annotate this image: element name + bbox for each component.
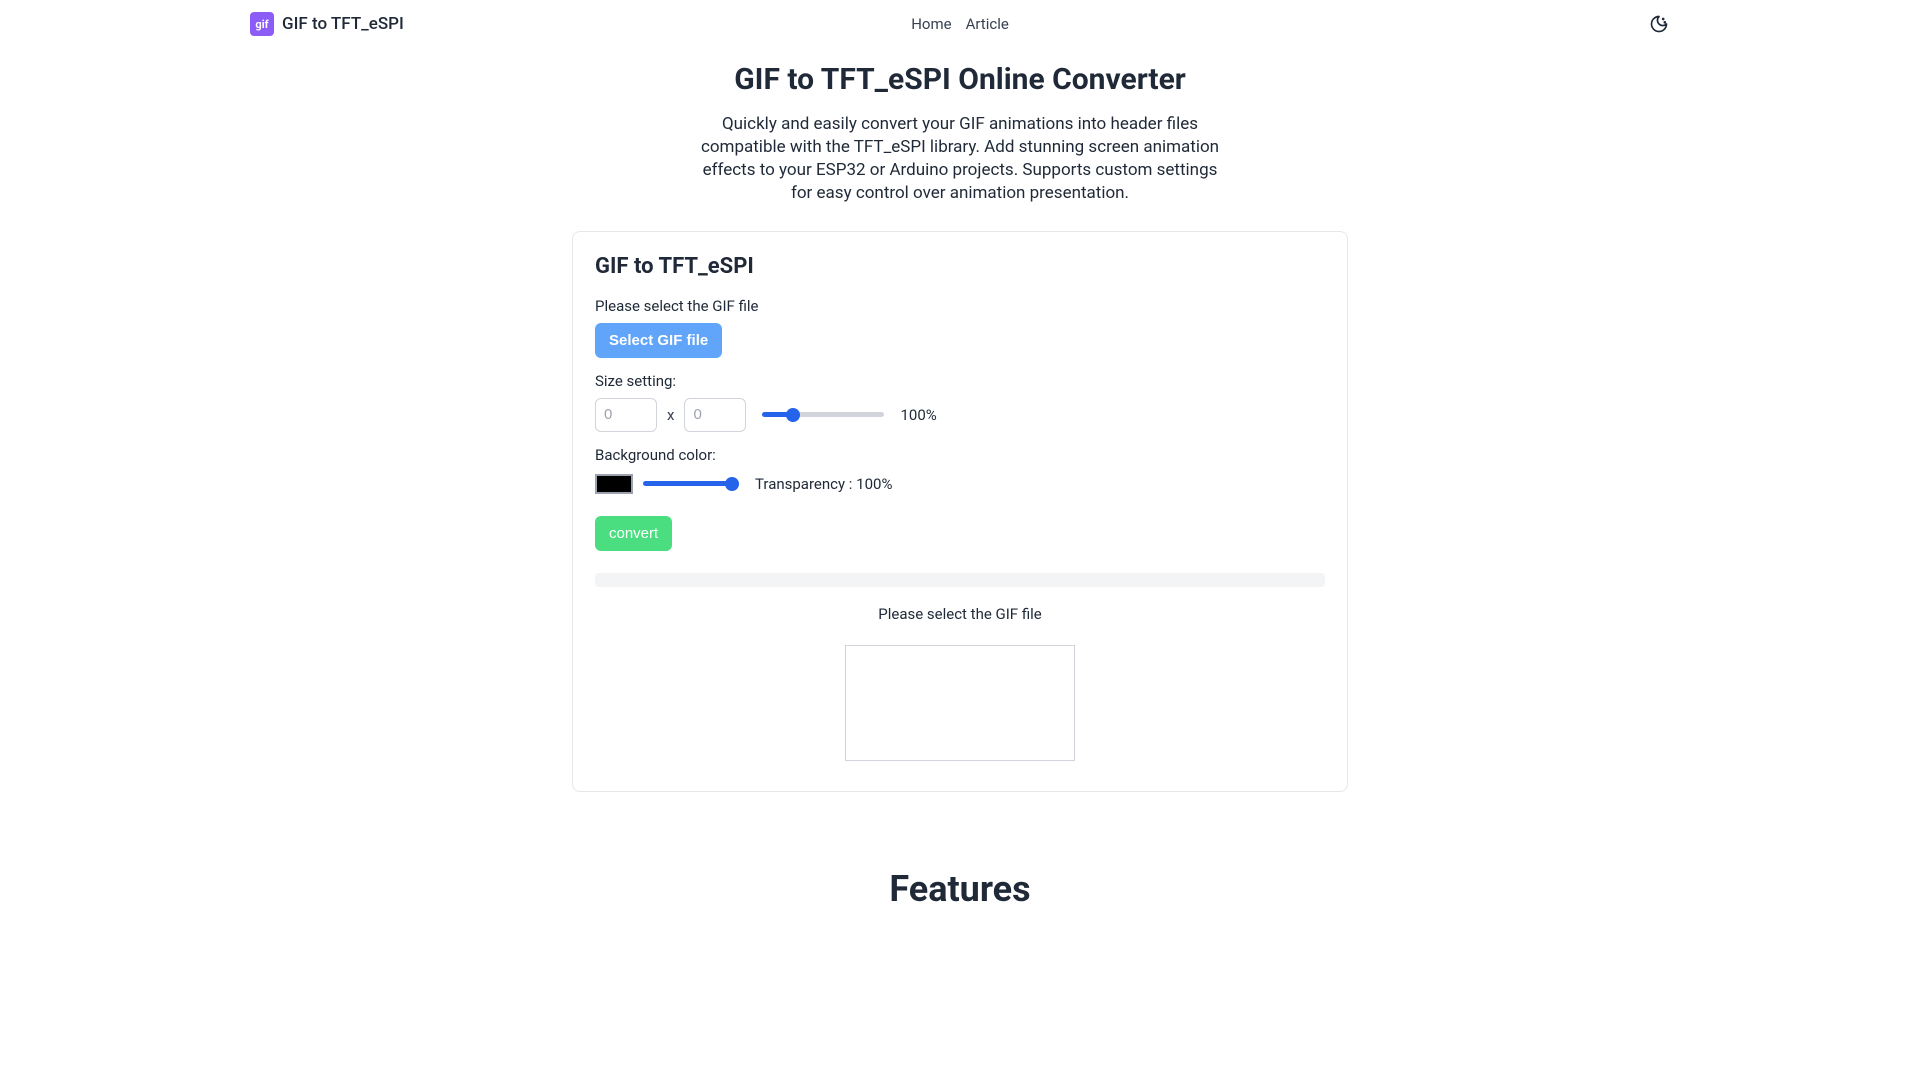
page-title: GIF to TFT_eSPI Online Converter: [0, 62, 1920, 97]
nav-home[interactable]: Home: [911, 15, 951, 33]
status-text: Please select the GIF file: [595, 605, 1325, 623]
dimension-separator: x: [667, 406, 674, 424]
preview-box: [845, 645, 1075, 761]
width-input[interactable]: [595, 398, 657, 432]
progress-bar: [595, 573, 1325, 587]
size-scale-slider[interactable]: [762, 412, 884, 417]
card-title: GIF to TFT_eSPI: [595, 254, 1325, 279]
features-heading: Features: [0, 868, 1920, 910]
moon-icon: [1649, 14, 1669, 34]
top-nav: Home Article: [911, 15, 1009, 33]
bg-color-picker[interactable]: [595, 474, 633, 494]
bg-color-label: Background color:: [595, 446, 1325, 464]
size-setting-label: Size setting:: [595, 372, 1325, 390]
nav-article[interactable]: Article: [966, 15, 1009, 33]
size-percent-text: 100%: [900, 406, 936, 424]
convert-button[interactable]: convert: [595, 516, 672, 551]
transparency-slider[interactable]: [643, 481, 739, 486]
brand-logo-icon: gif: [250, 12, 274, 36]
select-file-label: Please select the GIF file: [595, 297, 1325, 315]
brand-text: GIF to TFT_eSPI: [282, 14, 404, 34]
theme-toggle-button[interactable]: [1648, 13, 1670, 35]
transparency-text: Transparency : 100%: [755, 475, 892, 493]
height-input[interactable]: [684, 398, 746, 432]
select-file-button[interactable]: Select GIF file: [595, 323, 722, 358]
page-description: Quickly and easily convert your GIF anim…: [700, 113, 1220, 205]
converter-card: GIF to TFT_eSPI Please select the GIF fi…: [572, 231, 1348, 792]
brand[interactable]: gif GIF to TFT_eSPI: [250, 12, 404, 36]
